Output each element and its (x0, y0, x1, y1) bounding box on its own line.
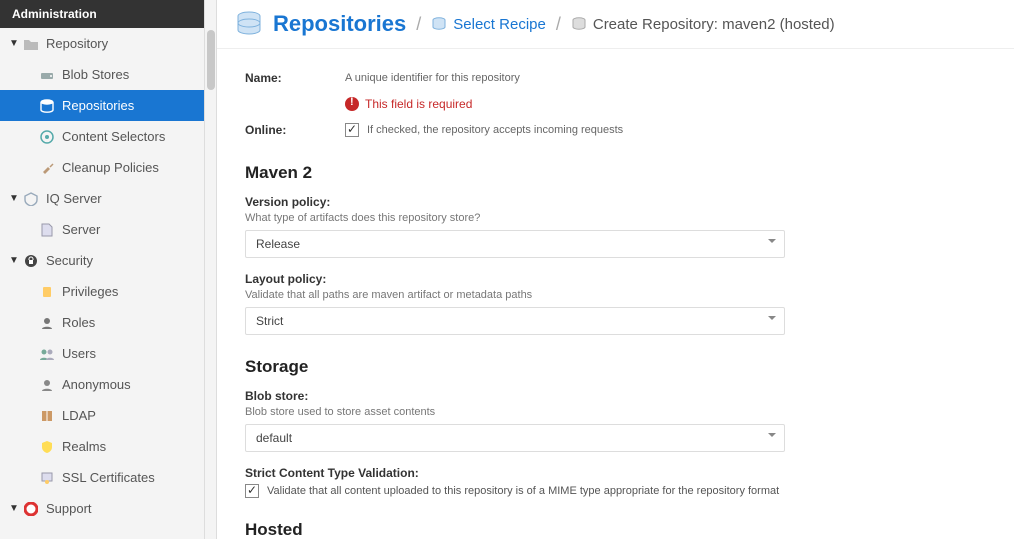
cert-icon (38, 471, 56, 485)
chevron-down-icon: ▼ (8, 38, 20, 49)
sidebar-item-roles[interactable]: Roles (0, 307, 204, 338)
page-title[interactable]: Repositories (273, 11, 406, 37)
name-error: This field is required (245, 89, 986, 119)
sidebar-group-label: Repository (46, 36, 108, 51)
section-maven2: Maven 2 (245, 163, 986, 183)
sidebar-header: Administration (0, 0, 204, 28)
sidebar-group-label: Support (46, 501, 92, 516)
db-icon (235, 10, 263, 38)
sidebar-item-privileges[interactable]: Privileges (0, 276, 204, 307)
sidebar-group-security[interactable]: ▼ Security (0, 245, 204, 276)
target-icon (38, 130, 56, 144)
breadcrumb-select-recipe[interactable]: Select Recipe (431, 16, 546, 33)
sidebar-group-repository[interactable]: ▼ Repository (0, 28, 204, 59)
sidebar-item-anonymous[interactable]: Anonymous (0, 369, 204, 400)
db-icon (571, 16, 587, 32)
main-content: Repositories / Select Recipe / Create Re… (217, 0, 1014, 539)
chevron-down-icon: ▼ (8, 503, 20, 514)
folder-icon (22, 37, 40, 51)
online-help: If checked, the repository accepts incom… (367, 124, 623, 136)
db-icon (431, 16, 447, 32)
sidebar-item-users[interactable]: Users (0, 338, 204, 369)
online-label: Online: (245, 123, 345, 137)
anon-icon (38, 378, 56, 392)
section-storage: Storage (245, 357, 986, 377)
sidebar-group-label: Security (46, 253, 93, 268)
blob-store-label: Blob store: (245, 389, 986, 403)
blob-store-help: Blob store used to store asset contents (245, 406, 986, 418)
iq-icon (22, 192, 40, 206)
layout-policy-label: Layout policy: (245, 272, 986, 286)
chevron-down-icon (768, 239, 776, 247)
admin-sidebar: Administration ▼ Repository Blob Stores … (0, 0, 205, 539)
breadcrumb-current: Create Repository: maven2 (hosted) (571, 16, 835, 33)
chevron-down-icon (768, 316, 776, 324)
sidebar-item-ssl-certificates[interactable]: SSL Certificates (0, 462, 204, 493)
shield-icon (38, 440, 56, 454)
chevron-down-icon (768, 433, 776, 441)
users-icon (38, 347, 56, 361)
sidebar-group-support[interactable]: ▼ Support (0, 493, 204, 524)
strict-content-type-help: Validate that all content uploaded to th… (267, 485, 779, 497)
sidebar-item-blob-stores[interactable]: Blob Stores (0, 59, 204, 90)
db-icon (38, 99, 56, 113)
broom-icon (38, 161, 56, 175)
breadcrumb: Repositories / Select Recipe / Create Re… (217, 0, 1014, 49)
page-icon (38, 223, 56, 237)
sidebar-item-server[interactable]: Server (0, 214, 204, 245)
scrollbar-thumb[interactable] (207, 30, 215, 90)
sidebar-item-cleanup-policies[interactable]: Cleanup Policies (0, 152, 204, 183)
breadcrumb-separator: / (556, 14, 561, 35)
badge-icon (38, 285, 56, 299)
chevron-down-icon: ▼ (8, 255, 20, 266)
person-icon (38, 316, 56, 330)
sidebar-group-label: IQ Server (46, 191, 102, 206)
book-icon (38, 409, 56, 423)
sidebar-item-content-selectors[interactable]: Content Selectors (0, 121, 204, 152)
name-placeholder-text[interactable]: A unique identifier for this repository (345, 71, 986, 85)
layout-policy-select[interactable]: Strict (245, 307, 785, 335)
sidebar-group-iq-server[interactable]: ▼ IQ Server (0, 183, 204, 214)
blob-store-select[interactable]: default (245, 424, 785, 452)
sidebar-item-realms[interactable]: Realms (0, 431, 204, 462)
breadcrumb-separator: / (416, 14, 421, 35)
section-hosted: Hosted (245, 520, 986, 538)
hdd-icon (38, 69, 56, 81)
chevron-down-icon: ▼ (8, 193, 20, 204)
name-label: Name: (245, 71, 345, 85)
strict-content-type-checkbox[interactable] (245, 484, 259, 498)
layout-policy-help: Validate that all paths are maven artifa… (245, 289, 986, 301)
strict-content-type-label: Strict Content Type Validation: (245, 466, 986, 480)
error-icon (345, 97, 359, 111)
version-policy-label: Version policy: (245, 195, 986, 209)
version-policy-help: What type of artifacts does this reposit… (245, 212, 986, 224)
life-ring-icon (22, 502, 40, 516)
sidebar-scrollbar[interactable] (205, 0, 217, 539)
version-policy-select[interactable]: Release (245, 230, 785, 258)
lock-icon (22, 254, 40, 268)
sidebar-item-repositories[interactable]: Repositories (0, 90, 204, 121)
sidebar-item-ldap[interactable]: LDAP (0, 400, 204, 431)
online-checkbox[interactable] (345, 123, 359, 137)
